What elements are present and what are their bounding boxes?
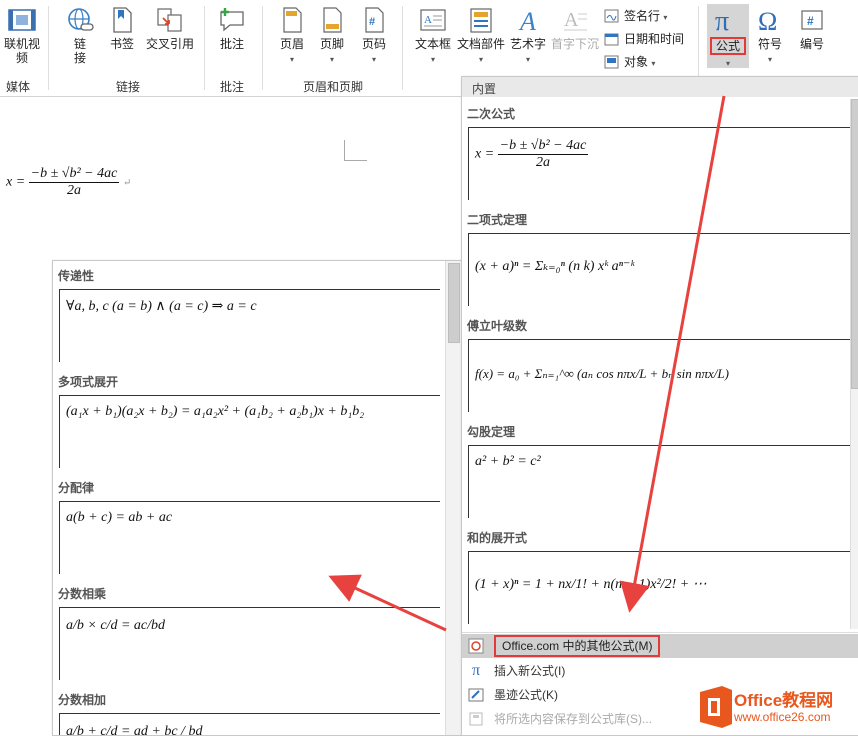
arrow-to-office-gallery <box>342 582 446 630</box>
site-logo: Office教程网 www.office26.com <box>694 680 858 734</box>
logo-brand-text: Office教程网 <box>734 686 833 711</box>
arrow-to-office-more <box>632 96 724 598</box>
annotation-arrows <box>0 0 858 734</box>
logo-url-text: www.office26.com <box>734 710 831 724</box>
office-logo-icon <box>694 684 738 730</box>
